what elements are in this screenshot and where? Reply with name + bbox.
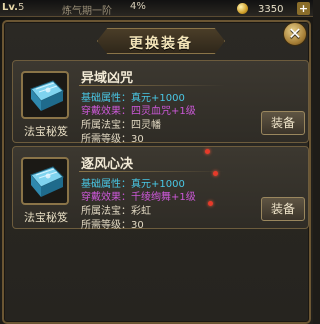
belongs-to: 所属法宝：四灵幡 — [81, 120, 161, 131]
item-icon-frame[interactable] — [21, 157, 69, 205]
change-equipment-dialog: 更换装备 法宝秘笈 异域凶咒 基础属性：真元+1000 穿戴效果：四灵血咒+1级… — [2, 20, 311, 324]
progress-text: 4% — [130, 1, 146, 12]
item-icon-frame[interactable] — [21, 71, 69, 119]
top-hud: Lv. 5 炼气期一阶 4% 3350 + — [0, 0, 313, 17]
gold-amount: 3350 — [258, 4, 284, 15]
required-level: 所需等级：30 — [81, 134, 144, 145]
particle-dot — [213, 171, 218, 176]
required-level: 所需等级：30 — [81, 220, 144, 231]
item-name: 异域凶咒 — [81, 71, 134, 86]
spellbook-icon — [30, 166, 64, 197]
dialog-title: 更换装备 — [129, 36, 193, 52]
close-button[interactable]: ✕ — [283, 22, 307, 46]
equip-button[interactable]: 装备 — [261, 111, 305, 135]
item-type-label: 法宝秘笈 — [24, 125, 68, 138]
cultivation-stage: 炼气期一阶 — [62, 6, 112, 17]
add-gold-button[interactable]: + — [297, 2, 310, 15]
item-type-label: 法宝秘笈 — [24, 211, 68, 224]
level-value: 5 — [18, 2, 25, 13]
particle-dot — [205, 149, 210, 154]
gold-coin-icon — [237, 3, 248, 14]
wear-effect: 穿戴效果：四灵血咒+1级 — [81, 106, 196, 117]
item-name: 逐风心决 — [81, 157, 134, 172]
equip-button[interactable]: 装备 — [261, 197, 305, 221]
belongs-to: 所属法宝：彩虹 — [81, 206, 151, 217]
equipment-card: 法宝秘笈 异域凶咒 基础属性：真元+1000 穿戴效果：四灵血咒+1级 所属法宝… — [12, 60, 309, 145]
spellbook-icon — [30, 80, 64, 111]
wear-effect: 穿戴效果：千绫绚舞+1级 — [81, 192, 196, 203]
level-label: Lv. — [2, 2, 18, 13]
divider — [79, 85, 225, 86]
divider — [79, 171, 225, 172]
particle-dot — [208, 201, 213, 206]
equipment-card: 法宝秘笈 逐风心决 基础属性：真元+1000 穿戴效果：千绫绚舞+1级 所属法宝… — [12, 146, 309, 231]
